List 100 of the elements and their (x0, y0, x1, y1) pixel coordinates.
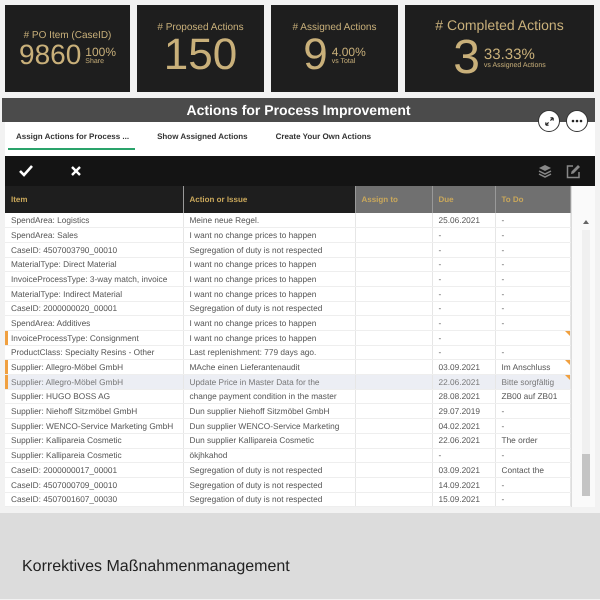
table-cell: - (495, 228, 570, 242)
table-cell: I want no change prices to happen (183, 272, 355, 286)
table-cell: CaseID: 2000000020_00001 (5, 301, 183, 316)
table-cell: SpendArea: Sales (5, 228, 183, 242)
kpi-label: # Assigned Actions (292, 21, 376, 35)
table-cell: Segregation of duty is not respected (183, 462, 355, 478)
table-cell: - (495, 345, 570, 360)
table-cell: I want no change prices to happen (183, 316, 355, 330)
table-cell: - (495, 286, 570, 302)
table-cell: - (432, 330, 495, 346)
table-cell: - (432, 301, 495, 316)
caption-text: Korrektives Maßnahmenmanagement (0, 513, 600, 600)
table-cell: SpendArea: Additives (5, 316, 183, 330)
kpi-label: # Proposed Actions (157, 21, 244, 35)
edit-icon[interactable] (566, 164, 581, 178)
table-cell: - (495, 257, 570, 272)
table-cell: 29.07.2019 (432, 404, 495, 419)
more-icon[interactable] (571, 119, 583, 123)
table-cell: I want no change prices to happen (183, 228, 355, 242)
tab[interactable]: Create Your Own Actions (268, 131, 378, 150)
table-cell: InvoiceProcessType: 3-way match, invoice (5, 272, 183, 286)
table-cell: CaseID: 4507001607_00030 (5, 492, 183, 507)
table-cell: 03.09.2021 (432, 462, 495, 478)
kpi-label: # PO Item (CaseID) (24, 29, 112, 43)
table-cell: Supplier: WENCO-Service Marketing GmbH (5, 418, 183, 434)
close-icon[interactable] (71, 166, 81, 176)
table-cell: 28.08.2021 (432, 389, 495, 404)
table-cell: Supplier: HUGO BOSS AG (5, 389, 183, 404)
kpi-value: 9860 (19, 41, 82, 69)
table-cell: Dun supplier Niehoff Sitzmöbel GmbH (183, 404, 355, 419)
table-cell: I want no change prices to happen (183, 330, 355, 346)
expand-icon[interactable] (544, 116, 554, 126)
table-cell: Bitte sorgfältig (495, 374, 570, 390)
table-cell: 22.06.2021 (432, 433, 495, 448)
table-cell: Supplier: Allegro-Möbel GmbH (5, 374, 183, 390)
table-cell: CaseID: 4507003790_00010 (5, 242, 183, 258)
table-cell: 14.09.2021 (432, 477, 495, 492)
table-cell: InvoiceProcessType: Consignment (5, 330, 183, 346)
table-cell: ZB00 auf ZB01 (495, 389, 570, 404)
table-cell: Supplier: Kallipareia Cosmetic (5, 448, 183, 463)
table-cell: Update Price in Master Data for the (183, 374, 355, 390)
table-cell: The order (495, 433, 570, 448)
table-cell: Meine neue Regel. (183, 213, 355, 228)
table-cell: ProductClass: Specialty Resins - Other (5, 345, 183, 360)
table-cell: - (432, 257, 495, 272)
table-cell: - (495, 477, 570, 492)
table-cell: - (432, 286, 495, 302)
column-header[interactable]: Action or Issue (183, 186, 355, 213)
layers-icon[interactable] (538, 164, 552, 178)
scrollbar[interactable] (580, 218, 590, 496)
column-header[interactable]: Item (5, 186, 183, 213)
table-cell: Dun supplier Kallipareia Cosmetic (183, 433, 355, 448)
table-cell: - (432, 272, 495, 286)
table-cell: 25.06.2021 (432, 213, 495, 228)
table-cell: Supplier: Kallipareia Cosmetic (5, 433, 183, 448)
table-cell: - (495, 272, 570, 286)
kpi-value: 3 (453, 34, 480, 82)
table-cell: - (495, 301, 570, 316)
tab[interactable]: Assign Actions for Process ... (8, 131, 136, 150)
kpi-percent: 4.00% (332, 46, 366, 58)
check-icon[interactable] (19, 165, 33, 177)
table-cell: MaterialType: Indirect Material (5, 286, 183, 302)
table-cell: CaseID: 4507000709_00010 (5, 477, 183, 492)
table-cell: - (495, 404, 570, 419)
panel-title: Actions for Process Improvement (2, 98, 595, 122)
kpi-percent: 100% (85, 46, 116, 58)
table-cell: - (495, 213, 570, 228)
table-cell: - (432, 316, 495, 330)
table-cell: 22.06.2021 (432, 374, 495, 390)
table-cell: - (495, 316, 570, 330)
table-cell: - (432, 242, 495, 258)
table-cell: Supplier: Niehoff Sitzmöbel GmbH (5, 404, 183, 419)
table-cell: - (432, 228, 495, 242)
table-cell: change payment condition in the master (183, 389, 355, 404)
table-cell: Segregation of duty is not respected (183, 477, 355, 492)
table-cell: - (432, 448, 495, 463)
table-cell: Contact the (495, 462, 570, 478)
table-cell: CaseID: 2000000017_00001 (5, 462, 183, 478)
tab[interactable]: Show Assigned Actions (149, 131, 254, 150)
table-cell: Segregation of duty is not respected (183, 301, 355, 316)
table-cell: - (495, 242, 570, 258)
table-cell: 15.09.2021 (432, 492, 495, 507)
table-cell: I want no change prices to happen (183, 257, 355, 272)
table-cell: 04.02.2021 (432, 418, 495, 434)
table-cell: SpendArea: Logistics (5, 213, 183, 228)
table-cell: Last replenishment: 779 days ago. (183, 345, 355, 360)
table-cell: ökjhkahod (183, 448, 355, 463)
table-cell: I want no change prices to happen (183, 286, 355, 302)
kpi-value: 150 (164, 33, 238, 77)
table-cell: - (495, 448, 570, 463)
table-cell: Segregation of duty is not respected (183, 242, 355, 258)
table-cell: - (432, 345, 495, 360)
table-cell: - (495, 418, 570, 434)
table-cell: MaterialType: Direct Material (5, 257, 183, 272)
table-cell: - (495, 492, 570, 507)
table-cell: Segregation of duty is not respected (183, 492, 355, 507)
kpi-percent: 33.33% (484, 47, 535, 62)
table-cell: Dun supplier WENCO-Service Marketing (183, 418, 355, 434)
kpi-value: 9 (303, 33, 328, 77)
kpi-label: # Completed Actions (435, 16, 564, 35)
